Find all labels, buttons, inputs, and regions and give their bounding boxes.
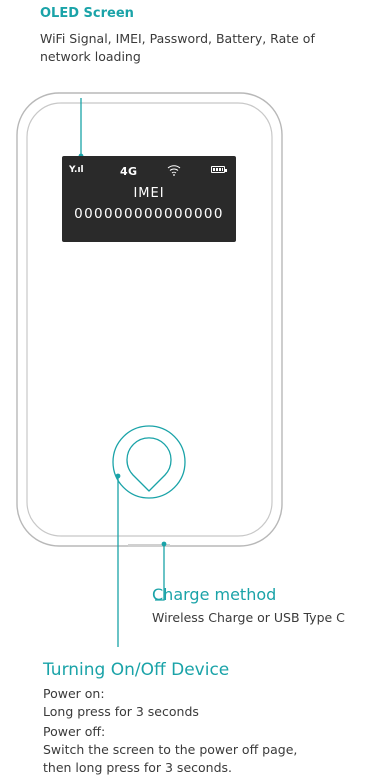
wifi-icon — [167, 165, 181, 176]
signal-icon: Y.ıl — [69, 165, 84, 175]
charge-pointer-dot — [161, 541, 167, 547]
power-title: Turning On/Off Device — [43, 660, 230, 680]
power-button-icon[interactable] — [112, 425, 186, 499]
power-on-description: Long press for 3 seconds — [43, 704, 199, 719]
imei-value: 000000000000000 — [74, 206, 224, 222]
oled-display: Y.ıl 4G IMEI 000000000000000 — [62, 156, 236, 242]
battery-icon — [211, 166, 227, 173]
power-pointer-dot — [115, 473, 121, 479]
power-off-label: Power off: — [43, 724, 106, 739]
charge-method-description: Wireless Charge or USB Type C — [152, 610, 345, 625]
charge-method-title: Charge method — [152, 585, 277, 604]
power-on-label: Power on: — [43, 686, 105, 701]
imei-label: IMEI — [133, 186, 165, 201]
network-type: 4G — [120, 165, 138, 178]
power-off-description-2: then long press for 3 seconds. — [43, 760, 233, 775]
status-bar: Y.ıl 4G — [62, 165, 236, 179]
power-off-description-1: Switch the screen to the power off page, — [43, 742, 298, 757]
